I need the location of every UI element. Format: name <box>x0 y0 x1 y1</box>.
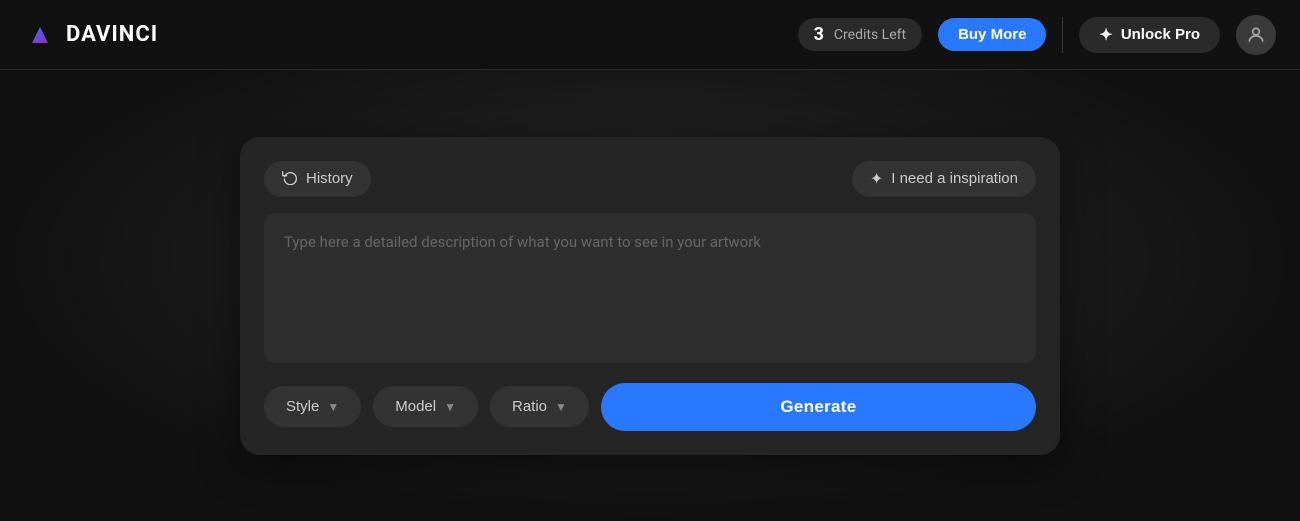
history-icon <box>282 169 298 189</box>
unlock-pro-button[interactable]: ✦ Unlock Pro <box>1079 17 1220 53</box>
nav-right: 3 Credits Left Buy More ✦ Unlock Pro <box>798 15 1276 55</box>
credits-label: Credits Left <box>834 27 906 43</box>
credits-number: 3 <box>814 24 824 45</box>
ratio-dropdown-button[interactable]: Ratio ▼ <box>490 386 589 427</box>
card-bottom-row: Style ▼ Model ▼ Ratio ▼ Generate <box>264 383 1036 431</box>
model-dropdown-button[interactable]: Model ▼ <box>373 386 478 427</box>
ratio-chevron-icon: ▼ <box>555 400 567 414</box>
credits-area: 3 Credits Left <box>798 18 922 51</box>
style-chevron-icon: ▼ <box>327 400 339 414</box>
logo-text: DAVINCI <box>66 22 158 47</box>
generate-button[interactable]: Generate <box>601 383 1036 431</box>
main-content: History ✦ I need a inspiration Style ▼ M… <box>0 70 1300 521</box>
prompt-textarea[interactable] <box>264 213 1036 363</box>
nav-divider <box>1062 17 1063 53</box>
history-label: History <box>306 170 353 187</box>
navbar: DAVINCI 3 Credits Left Buy More ✦ Unlock… <box>0 0 1300 70</box>
sparkle-icon: ✦ <box>1099 25 1112 45</box>
style-label: Style <box>286 398 319 415</box>
logo-icon <box>24 19 56 51</box>
model-chevron-icon: ▼ <box>444 400 456 414</box>
user-avatar-button[interactable] <box>1236 15 1276 55</box>
person-icon <box>1246 25 1266 45</box>
main-card: History ✦ I need a inspiration Style ▼ M… <box>240 137 1060 455</box>
buy-more-button[interactable]: Buy More <box>938 18 1046 51</box>
card-top-row: History ✦ I need a inspiration <box>264 161 1036 197</box>
logo-area: DAVINCI <box>24 19 158 51</box>
history-button[interactable]: History <box>264 161 371 197</box>
inspiration-button[interactable]: ✦ I need a inspiration <box>852 161 1036 197</box>
ratio-label: Ratio <box>512 398 547 415</box>
unlock-pro-label: Unlock Pro <box>1121 26 1200 43</box>
inspiration-label: I need a inspiration <box>891 170 1018 187</box>
model-label: Model <box>395 398 436 415</box>
inspiration-sparkle-icon: ✦ <box>870 169 883 189</box>
style-dropdown-button[interactable]: Style ▼ <box>264 386 361 427</box>
